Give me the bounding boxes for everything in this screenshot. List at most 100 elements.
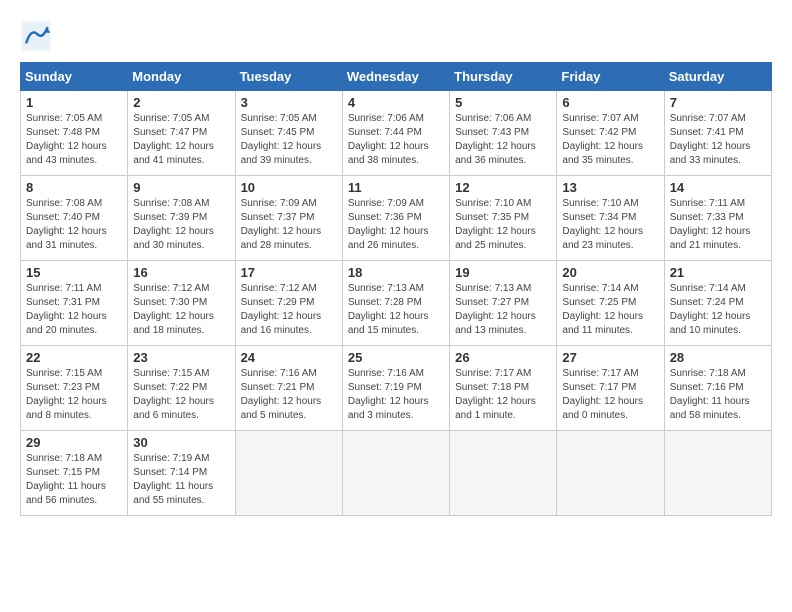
day-number: 1 (26, 95, 122, 110)
day-number: 17 (241, 265, 337, 280)
day-number: 4 (348, 95, 444, 110)
day-info: Sunrise: 7:05 AM Sunset: 7:48 PM Dayligh… (26, 112, 122, 168)
day-number: 5 (455, 95, 551, 110)
day-number: 16 (133, 265, 229, 280)
day-number: 13 (562, 180, 658, 195)
day-info: Sunrise: 7:09 AM Sunset: 7:37 PM Dayligh… (241, 197, 337, 253)
calendar-cell: 9 Sunrise: 7:08 AM Sunset: 7:39 PM Dayli… (128, 176, 235, 261)
day-number: 3 (241, 95, 337, 110)
day-number: 28 (670, 350, 766, 365)
day-info: Sunrise: 7:17 AM Sunset: 7:18 PM Dayligh… (455, 367, 551, 423)
day-info: Sunrise: 7:07 AM Sunset: 7:42 PM Dayligh… (562, 112, 658, 168)
calendar-week-2: 8 Sunrise: 7:08 AM Sunset: 7:40 PM Dayli… (21, 176, 772, 261)
weekday-header-row: SundayMondayTuesdayWednesdayThursdayFrid… (21, 63, 772, 91)
day-number: 14 (670, 180, 766, 195)
weekday-header-saturday: Saturday (664, 63, 771, 91)
calendar-cell: 5 Sunrise: 7:06 AM Sunset: 7:43 PM Dayli… (450, 91, 557, 176)
calendar-week-3: 15 Sunrise: 7:11 AM Sunset: 7:31 PM Dayl… (21, 261, 772, 346)
day-info: Sunrise: 7:08 AM Sunset: 7:39 PM Dayligh… (133, 197, 229, 253)
day-info: Sunrise: 7:18 AM Sunset: 7:16 PM Dayligh… (670, 367, 766, 423)
day-info: Sunrise: 7:11 AM Sunset: 7:33 PM Dayligh… (670, 197, 766, 253)
calendar-cell (664, 431, 771, 516)
day-number: 22 (26, 350, 122, 365)
calendar-week-1: 1 Sunrise: 7:05 AM Sunset: 7:48 PM Dayli… (21, 91, 772, 176)
calendar-cell: 4 Sunrise: 7:06 AM Sunset: 7:44 PM Dayli… (342, 91, 449, 176)
weekday-header-sunday: Sunday (21, 63, 128, 91)
day-info: Sunrise: 7:15 AM Sunset: 7:22 PM Dayligh… (133, 367, 229, 423)
day-info: Sunrise: 7:19 AM Sunset: 7:14 PM Dayligh… (133, 452, 229, 508)
calendar-cell: 6 Sunrise: 7:07 AM Sunset: 7:42 PM Dayli… (557, 91, 664, 176)
calendar-cell: 14 Sunrise: 7:11 AM Sunset: 7:33 PM Dayl… (664, 176, 771, 261)
day-info: Sunrise: 7:18 AM Sunset: 7:15 PM Dayligh… (26, 452, 122, 508)
calendar-cell: 22 Sunrise: 7:15 AM Sunset: 7:23 PM Dayl… (21, 346, 128, 431)
page-header (20, 20, 772, 52)
day-info: Sunrise: 7:05 AM Sunset: 7:45 PM Dayligh… (241, 112, 337, 168)
calendar-cell: 11 Sunrise: 7:09 AM Sunset: 7:36 PM Dayl… (342, 176, 449, 261)
calendar-cell: 10 Sunrise: 7:09 AM Sunset: 7:37 PM Dayl… (235, 176, 342, 261)
day-number: 2 (133, 95, 229, 110)
day-number: 19 (455, 265, 551, 280)
calendar-cell (557, 431, 664, 516)
weekday-header-thursday: Thursday (450, 63, 557, 91)
calendar-cell (342, 431, 449, 516)
calendar-cell: 15 Sunrise: 7:11 AM Sunset: 7:31 PM Dayl… (21, 261, 128, 346)
calendar-cell: 18 Sunrise: 7:13 AM Sunset: 7:28 PM Dayl… (342, 261, 449, 346)
day-info: Sunrise: 7:12 AM Sunset: 7:29 PM Dayligh… (241, 282, 337, 338)
calendar-cell: 26 Sunrise: 7:17 AM Sunset: 7:18 PM Dayl… (450, 346, 557, 431)
day-info: Sunrise: 7:10 AM Sunset: 7:34 PM Dayligh… (562, 197, 658, 253)
day-number: 30 (133, 435, 229, 450)
calendar-cell: 21 Sunrise: 7:14 AM Sunset: 7:24 PM Dayl… (664, 261, 771, 346)
calendar-cell: 30 Sunrise: 7:19 AM Sunset: 7:14 PM Dayl… (128, 431, 235, 516)
day-number: 7 (670, 95, 766, 110)
day-info: Sunrise: 7:06 AM Sunset: 7:44 PM Dayligh… (348, 112, 444, 168)
calendar-cell: 29 Sunrise: 7:18 AM Sunset: 7:15 PM Dayl… (21, 431, 128, 516)
calendar-cell: 8 Sunrise: 7:08 AM Sunset: 7:40 PM Dayli… (21, 176, 128, 261)
day-info: Sunrise: 7:14 AM Sunset: 7:25 PM Dayligh… (562, 282, 658, 338)
calendar-cell: 28 Sunrise: 7:18 AM Sunset: 7:16 PM Dayl… (664, 346, 771, 431)
calendar-cell: 23 Sunrise: 7:15 AM Sunset: 7:22 PM Dayl… (128, 346, 235, 431)
calendar-cell (235, 431, 342, 516)
calendar-cell: 25 Sunrise: 7:16 AM Sunset: 7:19 PM Dayl… (342, 346, 449, 431)
logo-icon (20, 20, 52, 52)
calendar-table: SundayMondayTuesdayWednesdayThursdayFrid… (20, 62, 772, 516)
day-info: Sunrise: 7:10 AM Sunset: 7:35 PM Dayligh… (455, 197, 551, 253)
calendar-week-4: 22 Sunrise: 7:15 AM Sunset: 7:23 PM Dayl… (21, 346, 772, 431)
day-number: 25 (348, 350, 444, 365)
day-info: Sunrise: 7:14 AM Sunset: 7:24 PM Dayligh… (670, 282, 766, 338)
calendar-cell: 2 Sunrise: 7:05 AM Sunset: 7:47 PM Dayli… (128, 91, 235, 176)
day-info: Sunrise: 7:11 AM Sunset: 7:31 PM Dayligh… (26, 282, 122, 338)
weekday-header-wednesday: Wednesday (342, 63, 449, 91)
day-number: 20 (562, 265, 658, 280)
calendar-cell: 1 Sunrise: 7:05 AM Sunset: 7:48 PM Dayli… (21, 91, 128, 176)
calendar-cell: 13 Sunrise: 7:10 AM Sunset: 7:34 PM Dayl… (557, 176, 664, 261)
day-number: 8 (26, 180, 122, 195)
day-info: Sunrise: 7:12 AM Sunset: 7:30 PM Dayligh… (133, 282, 229, 338)
day-info: Sunrise: 7:13 AM Sunset: 7:28 PM Dayligh… (348, 282, 444, 338)
day-number: 21 (670, 265, 766, 280)
calendar-cell: 24 Sunrise: 7:16 AM Sunset: 7:21 PM Dayl… (235, 346, 342, 431)
day-number: 18 (348, 265, 444, 280)
day-number: 10 (241, 180, 337, 195)
logo (20, 20, 58, 52)
day-info: Sunrise: 7:15 AM Sunset: 7:23 PM Dayligh… (26, 367, 122, 423)
day-info: Sunrise: 7:08 AM Sunset: 7:40 PM Dayligh… (26, 197, 122, 253)
day-number: 26 (455, 350, 551, 365)
day-number: 6 (562, 95, 658, 110)
calendar-cell: 20 Sunrise: 7:14 AM Sunset: 7:25 PM Dayl… (557, 261, 664, 346)
weekday-header-friday: Friday (557, 63, 664, 91)
day-number: 9 (133, 180, 229, 195)
day-info: Sunrise: 7:16 AM Sunset: 7:21 PM Dayligh… (241, 367, 337, 423)
day-info: Sunrise: 7:05 AM Sunset: 7:47 PM Dayligh… (133, 112, 229, 168)
day-number: 27 (562, 350, 658, 365)
calendar-cell: 16 Sunrise: 7:12 AM Sunset: 7:30 PM Dayl… (128, 261, 235, 346)
day-number: 23 (133, 350, 229, 365)
weekday-header-monday: Monday (128, 63, 235, 91)
calendar-cell: 19 Sunrise: 7:13 AM Sunset: 7:27 PM Dayl… (450, 261, 557, 346)
day-info: Sunrise: 7:07 AM Sunset: 7:41 PM Dayligh… (670, 112, 766, 168)
day-info: Sunrise: 7:16 AM Sunset: 7:19 PM Dayligh… (348, 367, 444, 423)
weekday-header-tuesday: Tuesday (235, 63, 342, 91)
calendar-cell: 3 Sunrise: 7:05 AM Sunset: 7:45 PM Dayli… (235, 91, 342, 176)
day-number: 24 (241, 350, 337, 365)
day-number: 12 (455, 180, 551, 195)
day-info: Sunrise: 7:13 AM Sunset: 7:27 PM Dayligh… (455, 282, 551, 338)
